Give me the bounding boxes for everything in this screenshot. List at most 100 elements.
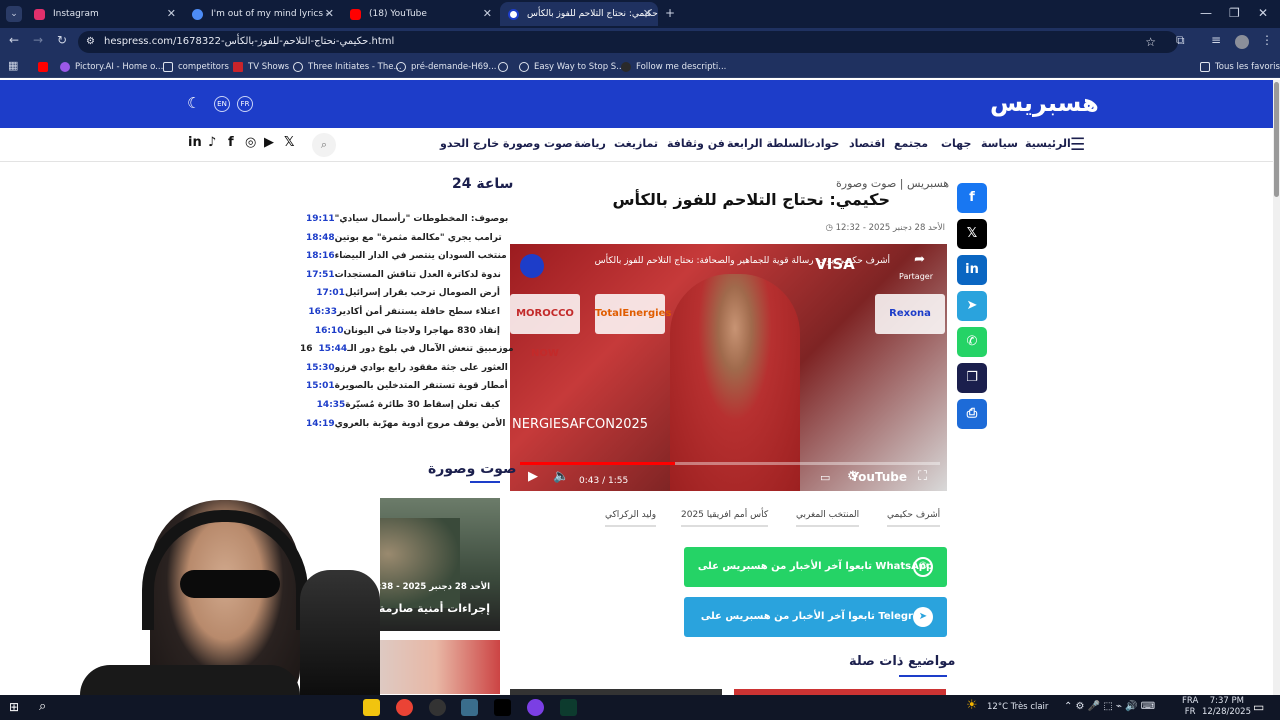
app-icon[interactable] — [527, 699, 544, 716]
tiktok-icon[interactable] — [494, 699, 511, 716]
bookmark-star-icon[interactable]: ☆ — [1145, 31, 1156, 53]
lang-indicator[interactable]: FRA FR — [1182, 696, 1198, 718]
bookmark-pictory[interactable]: Pictory.AI - Home o... — [60, 59, 163, 75]
news-item[interactable]: موزمبيق تنعش الآمال في بلوغ دور الـ1615:… — [300, 344, 514, 362]
dark-mode-icon[interactable]: ☾ — [187, 94, 200, 112]
linkedin-icon[interactable]: in — [188, 135, 202, 150]
menu-society[interactable]: مجتمع — [894, 137, 928, 150]
reload-icon[interactable]: ↻ — [57, 33, 67, 47]
weather-text[interactable]: 12°C Très clair — [987, 702, 1048, 712]
bookmark-follow-me[interactable]: Follow me descripti... — [621, 59, 726, 75]
site-logo[interactable]: هسبريس — [990, 89, 1100, 117]
maximize-icon[interactable]: ❐ — [1229, 6, 1240, 20]
hamburger-icon[interactable]: ☰ — [1070, 135, 1085, 155]
url-input[interactable]: ⚙ hespress.com/1678322-حكيمي-نحتاج-التلا… — [78, 31, 1178, 53]
follow-telegram-button[interactable]: تابعوا آخر الأخبار من هسبريس على Telegra… — [684, 597, 947, 637]
bookmark-all[interactable]: Tous les favoris — [1200, 59, 1280, 75]
youtube-icon[interactable]: ▶ — [264, 135, 274, 150]
tiktok-icon[interactable]: ♪ — [208, 135, 216, 150]
profile-avatar[interactable] — [1235, 35, 1249, 49]
news-item[interactable]: أمطار قوية تستنفر المتدخلين بالصويرة15:0… — [300, 381, 508, 399]
lang-fr-button[interactable]: FR — [237, 96, 253, 112]
back-icon[interactable]: ← — [9, 33, 19, 47]
news-item[interactable]: منتخب السودان ينتصر في الدار البيضاء18:1… — [300, 251, 507, 269]
news-item[interactable]: اعتلاء سطح حافلة يستنفر أمن أكادير16:33 — [300, 307, 500, 325]
news-item[interactable]: ندوة لدكاترة العدل تناقش المستجدات17:51 — [300, 270, 501, 288]
app-icon[interactable] — [461, 699, 478, 716]
tab-hespress[interactable]: حكيمي: نحتاج التلاحم للفوز بالكأس ✕ — [500, 2, 658, 26]
x-twitter-icon[interactable]: 𝕏 — [284, 135, 294, 150]
search-icon[interactable]: ⌕ — [312, 133, 336, 157]
menu-audio-video[interactable]: صوت وصورة — [503, 137, 573, 150]
share-facebook-button[interactable]: f — [957, 183, 987, 213]
tab-search-icon[interactable]: ⌄ — [6, 6, 22, 22]
share-icon[interactable]: ➦ — [914, 252, 925, 267]
notification-icon[interactable]: ▭ — [1253, 700, 1264, 714]
menu-icon[interactable]: ⋮ — [1261, 33, 1273, 47]
news-item[interactable]: إنقاذ 830 مهاجرا ولاجئا في اليونان16:10 — [300, 326, 500, 344]
menu-incidents[interactable]: حوادث — [804, 137, 839, 150]
copy-link-button[interactable]: ❐ — [957, 363, 987, 393]
tag-afcon[interactable]: كأس أمم افريقيا 2025 — [681, 510, 769, 527]
lang-en-button[interactable]: EN — [214, 96, 230, 112]
tab-instagram[interactable]: Instagram ✕ — [26, 2, 182, 26]
bookmark-tv-shows[interactable]: TV Shows — [233, 59, 289, 75]
tab-lyrics[interactable]: I'm out of my mind lyrics - Reci ✕ — [184, 2, 340, 26]
bookmark-competitors[interactable]: competitors — [163, 59, 229, 75]
apps-icon[interactable]: ▦ — [8, 59, 18, 72]
close-icon[interactable]: ✕ — [643, 7, 652, 20]
news-item[interactable]: ترامب يجري "مكالمة مثمرة" مع بوتين18:48 — [300, 233, 502, 251]
bookmark-easy-way[interactable]: Easy Way to Stop S... — [519, 59, 624, 75]
menu-economy[interactable]: اقتصاد — [849, 137, 885, 150]
bookmark-youtube[interactable] — [38, 59, 53, 75]
new-tab-icon[interactable]: + — [665, 6, 675, 20]
start-icon[interactable]: ⊞ — [9, 700, 19, 714]
video-progress-bar[interactable] — [520, 462, 940, 465]
terminal-icon[interactable] — [560, 699, 577, 716]
news-item[interactable]: العثور على جثة مفقود رابع بوادي فرزو15:3… — [300, 363, 508, 381]
captions-icon[interactable]: ▭ — [820, 471, 830, 484]
bookmark-three-initiates[interactable]: Three Initiates - The... — [293, 59, 402, 75]
fullscreen-icon[interactable]: ⛶ — [918, 469, 927, 484]
news-item[interactable]: الأمن يوقف مروج أدوية مهرّبة بالعروي14:1… — [300, 419, 505, 437]
menu-art-culture[interactable]: فن وثقافة — [667, 137, 725, 150]
file-explorer-icon[interactable] — [363, 699, 380, 716]
media-icon[interactable]: ≡ — [1211, 33, 1221, 47]
play-icon[interactable]: ▶ — [528, 469, 538, 484]
close-icon[interactable]: ✕ — [483, 7, 492, 20]
search-icon[interactable]: ⌕ — [39, 699, 46, 714]
minimize-icon[interactable]: — — [1200, 6, 1212, 20]
site-info-icon[interactable]: ⚙ — [86, 31, 95, 53]
tag-national-team[interactable]: المنتخب المغربي — [796, 510, 860, 527]
news-item[interactable]: أرض الصومال ترحب بقرار إسرائيل17:01 — [300, 288, 500, 306]
page-scrollbar[interactable] — [1273, 80, 1280, 695]
scrollbar-thumb[interactable] — [1274, 82, 1279, 197]
menu-abroad[interactable]: خارج الحدو — [440, 137, 499, 150]
tray-icons[interactable]: ⌃ ⚙ 🎤 ⬚ ⌁ 🔊 ⌨ — [1064, 701, 1155, 712]
share-x-button[interactable]: 𝕏 — [957, 219, 987, 249]
share-telegram-button[interactable]: ➤ — [957, 291, 987, 321]
print-button[interactable]: ⎙ — [957, 399, 987, 429]
article-category[interactable]: هسبريس | صوت وصورة — [836, 177, 949, 190]
forward-icon[interactable]: → — [33, 33, 43, 47]
facebook-icon[interactable]: f — [228, 135, 234, 150]
tab-youtube[interactable]: (18) YouTube ✕ — [342, 2, 498, 26]
extensions-icon[interactable]: ⧉ — [1176, 33, 1185, 48]
tag-hakimi[interactable]: أشرف حكيمي — [887, 510, 941, 527]
instagram-icon[interactable]: ◎ — [245, 135, 256, 150]
share-linkedin-button[interactable]: in — [957, 255, 987, 285]
chrome-icon[interactable] — [396, 699, 413, 716]
menu-tamazight[interactable]: تمازيغت — [614, 137, 658, 150]
news-item[interactable]: بوصوف: المخطوطات "رأسمال سيادي"19:11 — [300, 214, 508, 232]
menu-home[interactable]: الرئيسية — [1025, 137, 1071, 150]
obs-icon[interactable] — [429, 699, 446, 716]
news-item[interactable]: كيف تعلن إسقاط 30 طائرة مُسيّرة14:35 — [300, 400, 500, 418]
channel-avatar[interactable] — [520, 254, 544, 278]
close-window-icon[interactable]: ✕ — [1258, 6, 1268, 20]
bookmark-globe[interactable] — [498, 59, 513, 75]
close-icon[interactable]: ✕ — [325, 7, 334, 20]
video-player[interactable]: أشرف حكيمي يوجه رسالة قوية للجماهير والص… — [510, 244, 947, 491]
menu-fourth-power[interactable]: السلطة الرابعة — [727, 137, 807, 150]
menu-regions[interactable]: جهات — [941, 137, 971, 150]
bookmark-pre-demande[interactable]: pré-demande-H69... — [396, 59, 497, 75]
